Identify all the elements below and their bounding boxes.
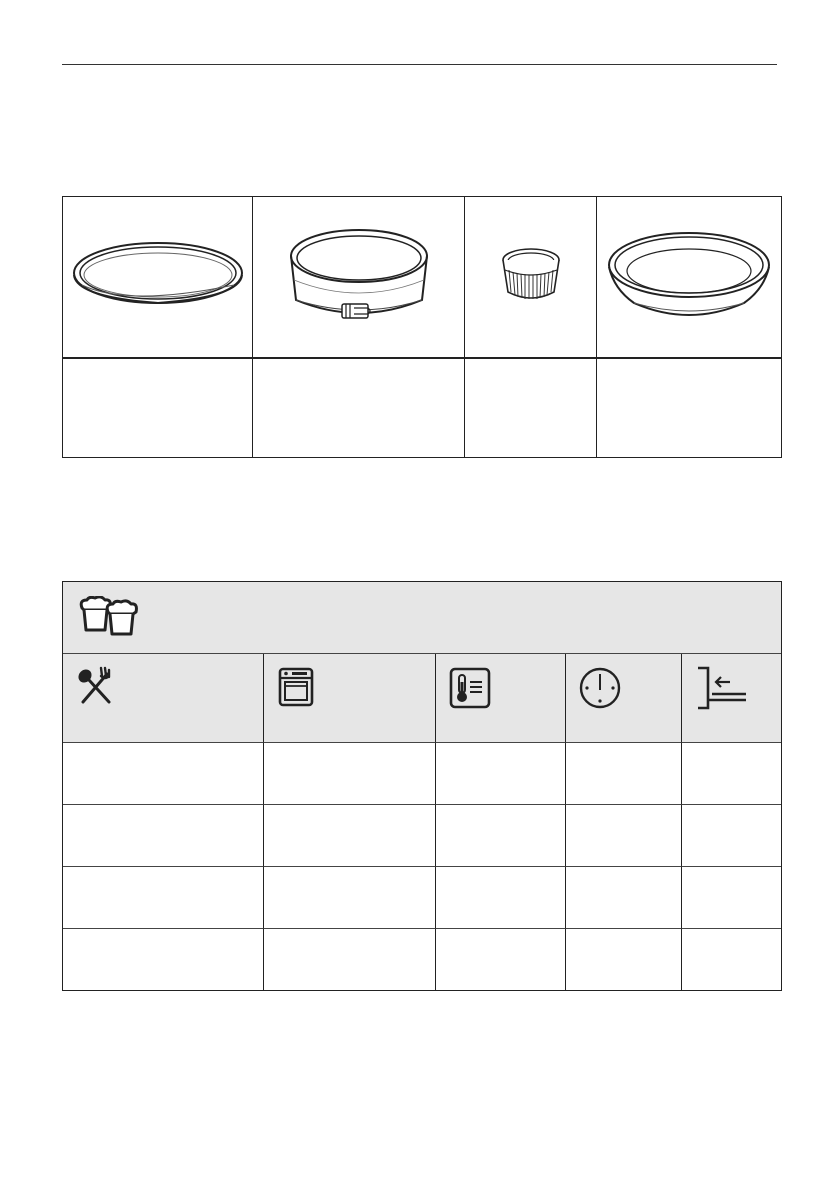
header-temperature — [436, 654, 566, 743]
springform-cake-tin-icon — [289, 229, 428, 319]
bakeware-table — [62, 196, 782, 458]
table-cell — [436, 805, 566, 867]
spoon-fork-icon — [78, 666, 111, 704]
baking-table — [62, 581, 782, 991]
table-cell — [264, 743, 436, 805]
table-cell — [682, 929, 781, 990]
bakeware-label-tart-tin — [63, 359, 253, 457]
category-row — [63, 582, 781, 654]
header-food — [63, 654, 264, 743]
header-time — [566, 654, 682, 743]
thermometer-icon — [449, 667, 491, 709]
table-cell — [63, 805, 264, 867]
header-rule — [62, 64, 777, 65]
flat-tart-tin-icon — [72, 242, 243, 305]
clock-icon — [579, 667, 621, 709]
table-cell — [566, 805, 682, 867]
table-cell — [63, 929, 264, 990]
bakeware-cell-ramekin — [465, 197, 597, 359]
bakeware-cell-flan-tin — [597, 197, 781, 359]
header-function — [264, 654, 436, 743]
table-cell — [264, 929, 436, 990]
header-shelf-position — [682, 654, 781, 743]
table-cell — [436, 743, 566, 805]
shelf-position-icon — [698, 666, 746, 710]
bakeware-label-ramekin — [465, 359, 597, 457]
flan-tin-icon — [608, 232, 770, 316]
table-cell — [682, 743, 781, 805]
bakeware-label-flan-tin — [597, 359, 781, 457]
bakeware-cell-springform — [253, 197, 465, 359]
ramekin-icon — [501, 248, 560, 299]
table-cell — [436, 929, 566, 990]
muffins-icon — [79, 596, 138, 636]
table-cell — [566, 743, 682, 805]
table-cell — [63, 867, 264, 929]
table-cell — [682, 805, 781, 867]
bakeware-label-springform — [253, 359, 465, 457]
table-cell — [566, 929, 682, 990]
table-cell — [264, 867, 436, 929]
baking-grid — [63, 654, 781, 990]
bakeware-cell-tart-tin — [63, 197, 253, 359]
table-cell — [264, 805, 436, 867]
table-cell — [566, 867, 682, 929]
table-cell — [436, 867, 566, 929]
oven-function-icon — [278, 667, 314, 707]
table-cell — [63, 743, 264, 805]
table-cell — [682, 867, 781, 929]
